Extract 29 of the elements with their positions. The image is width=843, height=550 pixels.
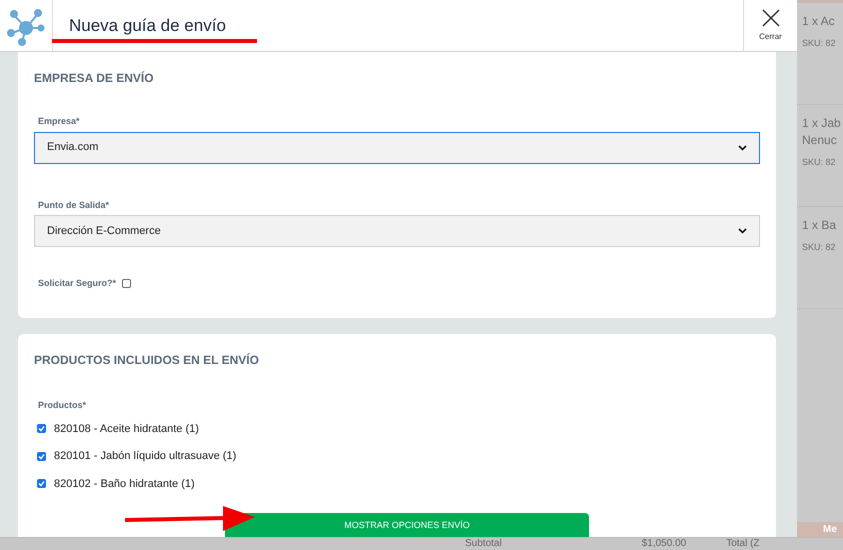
item-name: 1 x Ba	[802, 218, 838, 233]
total-label: Total (Z	[726, 538, 760, 550]
product-label: 820101 - Jabón líquido ultrasuave (1)	[54, 449, 236, 464]
section-heading: EMPRESA DE ENVÍO	[34, 70, 155, 87]
chevron-down-icon	[738, 144, 747, 150]
item-name: 1 x Ac	[802, 14, 836, 29]
item-sku: SKU: 82	[802, 37, 837, 50]
item-sku: SKU: 82	[802, 241, 837, 254]
product-label: 820102 - Baño hidratante (1)	[54, 476, 195, 492]
field-label: Punto de Salida*	[37, 198, 110, 212]
products-label: Productos*	[37, 399, 88, 412]
item-name: Nenuc	[802, 133, 838, 148]
subtotal-label: Subtotal	[465, 538, 502, 550]
section-heading: PRODUCTOS INCLUIDOS EN EL ENVÍO	[34, 352, 260, 369]
field-label: Empresa*	[37, 115, 81, 128]
product-checkbox[interactable]	[37, 424, 46, 434]
select-field[interactable]: Envia.com	[34, 132, 760, 164]
modal-title: Nueva guía de envío	[69, 14, 226, 37]
select-field[interactable]: Dirección E-Commerce	[34, 215, 760, 247]
close-icon	[762, 8, 780, 26]
insurance-label: Solicitar Seguro?*	[38, 277, 116, 290]
chevron-down-icon	[738, 228, 747, 234]
item-name: 1 x Jab	[802, 116, 842, 131]
product-checkbox[interactable]	[37, 479, 46, 488]
insurance-checkbox[interactable]	[122, 279, 132, 288]
subtotal-value: $1,050.00	[642, 538, 686, 550]
item-sku: SKU: 82	[802, 156, 837, 169]
product-checkbox[interactable]	[37, 452, 46, 461]
product-label: 820108 - Aceite hidratante (1)	[54, 422, 199, 436]
